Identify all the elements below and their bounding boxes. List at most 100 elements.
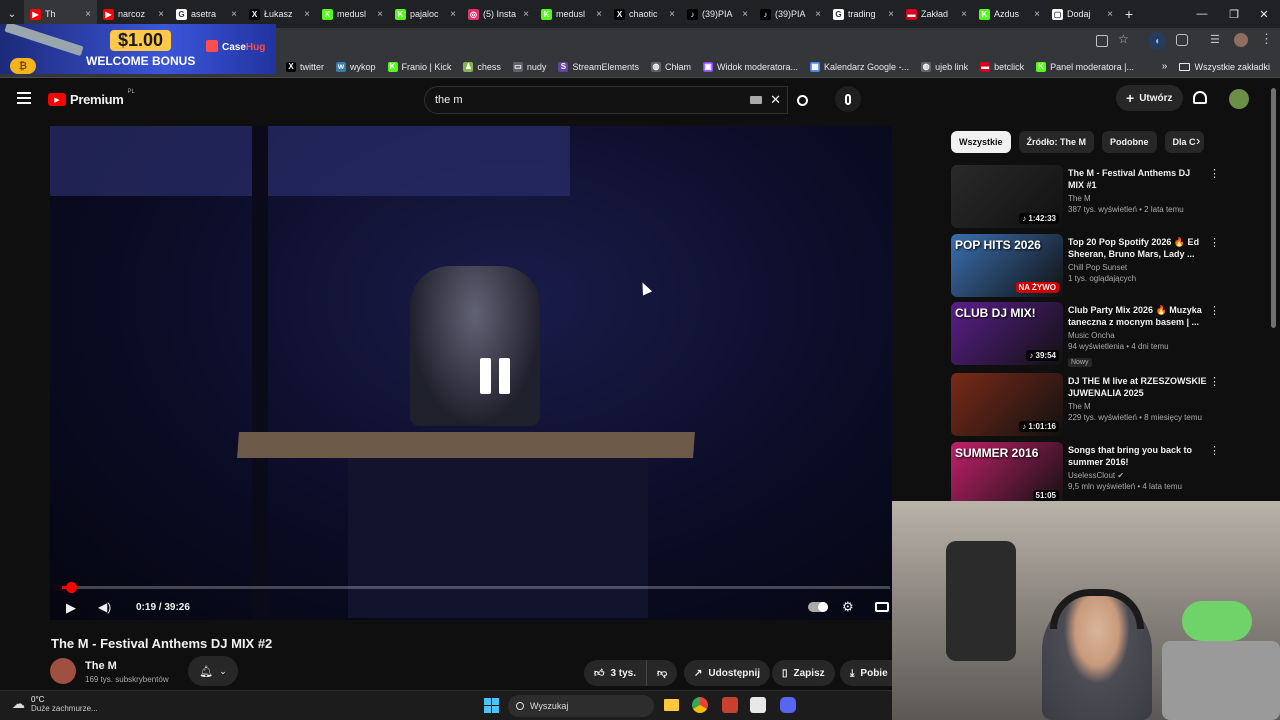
browser-tab[interactable]: Kpajaloc × xyxy=(389,0,462,28)
tab-close-icon[interactable]: × xyxy=(596,9,602,20)
video-thumbnail[interactable]: ♪ 1:01:16 xyxy=(951,373,1063,436)
more-options-icon[interactable]: ⋮ xyxy=(1209,236,1220,249)
video-player[interactable] xyxy=(50,126,892,620)
tab-close-icon[interactable]: × xyxy=(742,9,748,20)
recommended-video[interactable]: ♪ 1:42:33 The M - Festival Anthems DJ MIX… xyxy=(951,165,1221,229)
create-button[interactable]: + Utwórz xyxy=(1116,85,1183,111)
bookmark-item[interactable]: S StreamElements xyxy=(552,61,645,72)
video-thumbnail[interactable]: POP HITS 2026 NA ŻYWO xyxy=(951,234,1063,297)
youtube-logo[interactable]: ▶ Premium PL xyxy=(48,89,135,107)
avatar[interactable] xyxy=(1229,89,1249,109)
filter-chip[interactable]: Wszystkie xyxy=(951,131,1011,153)
recommended-channel[interactable]: The M xyxy=(1068,402,1208,411)
app-icon-2[interactable] xyxy=(722,697,738,713)
casehug-ad-banner[interactable]: ₿ $1.00 WELCOME BONUS CaseHug xyxy=(0,24,276,74)
minimize-icon[interactable]: — xyxy=(1186,0,1218,28)
browser-tab[interactable]: ◎ (5) Insta × xyxy=(462,0,535,28)
search-input[interactable]: the m xyxy=(435,94,750,106)
bookmark-item[interactable]: ◍ Chłam xyxy=(645,61,697,72)
dislike-button[interactable]: 👎︎ xyxy=(646,660,678,686)
video-thumbnail[interactable]: CLUB DJ MIX! ♪ 39:54 xyxy=(951,302,1063,365)
bookmark-item[interactable]: ◍ ujeb link xyxy=(915,61,974,72)
reading-list-icon[interactable]: ☰ xyxy=(1210,33,1220,46)
hamburger-menu-icon[interactable] xyxy=(17,92,31,104)
more-options-icon[interactable]: ⋮ xyxy=(1209,304,1220,317)
tab-close-icon[interactable]: × xyxy=(523,9,529,20)
bookmark-item[interactable]: ▬ betclick xyxy=(974,61,1030,72)
recommended-video[interactable]: CLUB DJ MIX! ♪ 39:54 Club Party Mix 2026 🔥… xyxy=(951,302,1221,367)
more-options-icon[interactable]: ⋮ xyxy=(1209,375,1220,388)
volume-icon[interactable]: ◀) xyxy=(98,600,111,614)
filter-chip[interactable]: Źródło: The M xyxy=(1018,131,1095,153)
browser-tab[interactable]: Kmedusl × xyxy=(535,0,608,28)
recommended-title[interactable]: Top 20 Pop Spotify 2026 🔥 Ed Sheeran, Br… xyxy=(1068,236,1208,260)
chrome-icon[interactable] xyxy=(692,697,708,713)
bookmark-item[interactable]: ▦ Kalendarz Google -... xyxy=(804,61,915,72)
bookmark-item[interactable]: ♟ chess xyxy=(457,61,507,72)
save-button[interactable]: ▯ Zapisz xyxy=(772,660,835,686)
search-box[interactable]: the m ✕ xyxy=(424,86,788,114)
subscribe-bell-button[interactable]: 🔔︎ ⌄ xyxy=(188,656,238,686)
windows-start-icon[interactable] xyxy=(484,698,499,713)
theater-mode-icon[interactable] xyxy=(875,602,889,612)
tab-close-icon[interactable]: × xyxy=(815,9,821,20)
bookmark-item[interactable]: Xtwitter xyxy=(280,61,330,72)
browser-tab[interactable]: ♪ (39)PIA × xyxy=(681,0,754,28)
clear-search-icon[interactable]: ✕ xyxy=(770,92,781,108)
tab-close-icon[interactable]: × xyxy=(85,9,91,20)
page-scrollbar[interactable] xyxy=(1271,88,1276,328)
tab-close-icon[interactable]: × xyxy=(1107,9,1113,20)
bookmark-item[interactable]: ▣ Widok moderatora... xyxy=(697,61,804,72)
browser-tab[interactable]: ♪ (39)PIA × xyxy=(754,0,827,28)
tab-close-icon[interactable]: × xyxy=(231,9,237,20)
pause-overlay-icon[interactable] xyxy=(480,358,510,394)
bookmark-item[interactable]: w wykop xyxy=(330,61,382,72)
bookmark-star-icon[interactable]: ☆ xyxy=(1118,32,1129,46)
tab-close-icon[interactable]: × xyxy=(377,9,383,20)
weather-widget[interactable]: ☁ 0°C Duże zachmurze... xyxy=(12,695,98,713)
maximize-icon[interactable]: ❐ xyxy=(1218,0,1250,28)
tab-close-icon[interactable]: × xyxy=(450,9,456,20)
chips-next-icon[interactable]: › xyxy=(1196,133,1200,148)
app-icon-3[interactable] xyxy=(750,697,766,713)
video-thumbnail[interactable]: ♪ 1:42:33 xyxy=(951,165,1063,228)
tab-close-icon[interactable]: × xyxy=(158,9,164,20)
recommended-title[interactable]: The M - Festival Anthems DJ MIX #1 xyxy=(1068,167,1208,191)
tab-close-icon[interactable]: × xyxy=(961,9,967,20)
recommended-video[interactable]: SUMMER 2016 51:05 Songs that bring you bac… xyxy=(951,442,1221,506)
notifications-bell-icon[interactable] xyxy=(1193,91,1207,104)
recommended-channel[interactable]: Chill Pop Sunset xyxy=(1068,263,1208,272)
browser-tab[interactable]: Xchaotic × xyxy=(608,0,681,28)
progress-scrubber[interactable] xyxy=(66,582,77,593)
new-tab-button[interactable]: + xyxy=(1119,6,1139,22)
profile-avatar-icon[interactable] xyxy=(1234,33,1248,47)
share-button[interactable]: ↗ Udostępnij xyxy=(684,660,771,686)
voice-search-button[interactable] xyxy=(835,86,861,112)
play-button[interactable]: ▶ xyxy=(66,600,76,616)
filter-chip[interactable]: Podobne xyxy=(1102,131,1157,153)
more-bookmarks-icon[interactable]: » xyxy=(1155,61,1173,72)
more-options-icon[interactable]: ⋮ xyxy=(1209,444,1220,457)
browser-tab[interactable]: Gtrading × xyxy=(827,0,900,28)
browser-tab[interactable]: K Azdus × xyxy=(973,0,1046,28)
recommended-channel[interactable]: The M xyxy=(1068,194,1208,203)
settings-gear-icon[interactable]: ⚙ xyxy=(842,599,854,615)
bookmark-item[interactable]: K Panel moderatora |... xyxy=(1030,61,1140,72)
channel-name[interactable]: The M xyxy=(85,660,117,672)
progress-bar[interactable] xyxy=(62,582,890,593)
file-explorer-icon[interactable] xyxy=(664,699,679,711)
keyboard-icon[interactable] xyxy=(750,96,763,104)
tab-close-icon[interactable]: × xyxy=(304,9,310,20)
tab-close-icon[interactable]: × xyxy=(669,9,675,20)
recommended-title[interactable]: DJ THE M live at RZESZOWSKIE JUWENALIA 2… xyxy=(1068,375,1208,399)
bookmark-item[interactable]: K Franio | Kick xyxy=(382,61,458,72)
recommended-video[interactable]: POP HITS 2026 NA ŻYWO Top 20 Pop Spotify 2… xyxy=(951,234,1221,298)
close-window-icon[interactable]: ✕ xyxy=(1248,0,1280,28)
tab-close-icon[interactable]: × xyxy=(1034,9,1040,20)
discord-icon[interactable] xyxy=(780,697,796,713)
channel-avatar[interactable] xyxy=(50,658,76,684)
recommended-title[interactable]: Club Party Mix 2026 🔥 Muzyka taneczna z … xyxy=(1068,304,1208,328)
browser-tab[interactable]: ▢ Dodaj × xyxy=(1046,0,1119,28)
search-button[interactable] xyxy=(788,86,816,114)
browser-menu-icon[interactable]: ⋮ xyxy=(1260,31,1273,47)
